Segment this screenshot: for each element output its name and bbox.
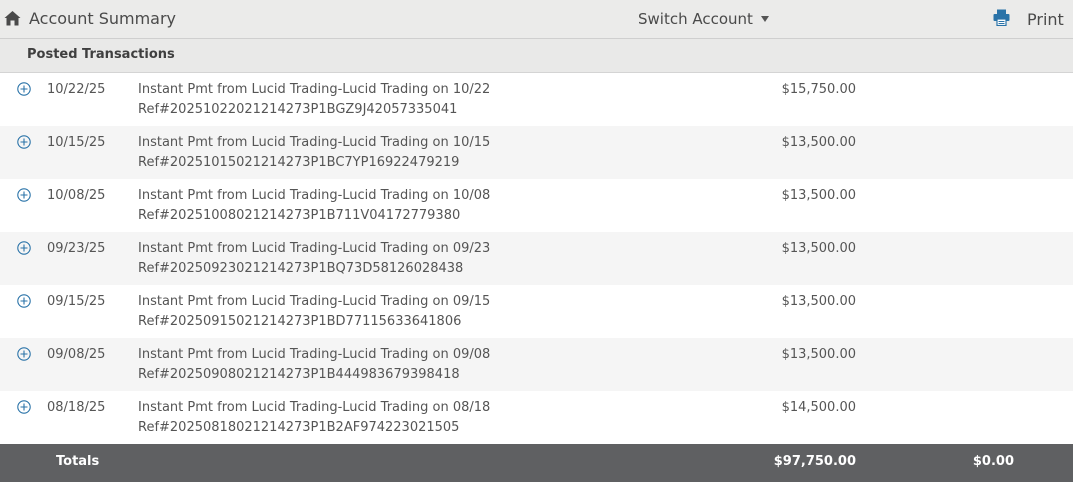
transaction-reference: Ref#20250908021214273P1B444983679398418 [138, 367, 460, 382]
totals-bar: Totals $97,750.00 $0.00 [0, 444, 1073, 482]
transaction-reference: Ref#20251008021214273P1B711V04172779380 [138, 208, 461, 223]
printer-icon [993, 9, 1010, 26]
transaction-amount: $15,750.00 [781, 82, 856, 97]
print-label: Print [1027, 10, 1064, 29]
transaction-description: Instant Pmt from Lucid Trading-Lucid Tra… [138, 82, 491, 97]
transaction-reference: Ref#20251022021214273P1BGZ9J42057335041 [138, 102, 458, 117]
transaction-date: 08/18/25 [47, 400, 106, 415]
transaction-date: 09/23/25 [47, 241, 106, 256]
plus-circle-icon[interactable] [17, 82, 31, 96]
transaction-amount: $13,500.00 [781, 188, 856, 203]
top-bar: Account Summary Switch Account Print [0, 0, 1073, 39]
table-row[interactable]: 10/22/25 Instant Pmt from Lucid Trading-… [0, 73, 1073, 126]
table-row[interactable]: 08/18/25 Instant Pmt from Lucid Trading-… [0, 391, 1073, 444]
posted-transactions-header: Posted Transactions [0, 39, 1073, 73]
transaction-reference: Ref#20251015021214273P1BC7YP16922479219 [138, 155, 460, 170]
plus-circle-icon[interactable] [17, 241, 31, 255]
plus-circle-icon[interactable] [17, 400, 31, 414]
transaction-description: Instant Pmt from Lucid Trading-Lucid Tra… [138, 400, 491, 415]
transaction-amount: $13,500.00 [781, 347, 856, 362]
page-title: Account Summary [29, 9, 177, 28]
transaction-amount: $13,500.00 [781, 135, 856, 150]
plus-circle-icon[interactable] [17, 188, 31, 202]
transaction-date: 10/15/25 [47, 135, 106, 150]
plus-circle-icon[interactable] [17, 347, 31, 361]
transaction-description: Instant Pmt from Lucid Trading-Lucid Tra… [138, 347, 491, 362]
table-row[interactable]: 10/15/25 Instant Pmt from Lucid Trading-… [0, 126, 1073, 179]
table-row[interactable]: 09/08/25 Instant Pmt from Lucid Trading-… [0, 338, 1073, 391]
transaction-date: 10/08/25 [47, 188, 106, 203]
transaction-list: 10/22/25 Instant Pmt from Lucid Trading-… [0, 73, 1073, 444]
table-row[interactable]: 09/15/25 Instant Pmt from Lucid Trading-… [0, 285, 1073, 338]
caret-down-icon [760, 16, 769, 22]
table-row[interactable]: 09/23/25 Instant Pmt from Lucid Trading-… [0, 232, 1073, 285]
totals-credits: $97,750.00 [773, 454, 856, 469]
transaction-amount: $13,500.00 [781, 241, 856, 256]
switch-account-label: Switch Account [638, 10, 753, 28]
transaction-description: Instant Pmt from Lucid Trading-Lucid Tra… [138, 294, 491, 309]
transaction-description: Instant Pmt from Lucid Trading-Lucid Tra… [138, 135, 491, 150]
section-title: Posted Transactions [27, 47, 175, 62]
transaction-description: Instant Pmt from Lucid Trading-Lucid Tra… [138, 188, 491, 203]
plus-circle-icon[interactable] [17, 135, 31, 149]
switch-account-dropdown[interactable]: Switch Account [638, 10, 769, 28]
home-icon[interactable] [4, 10, 21, 26]
transaction-amount: $13,500.00 [781, 294, 856, 309]
transaction-amount: $14,500.00 [781, 400, 856, 415]
transaction-date: 09/15/25 [47, 294, 106, 309]
transaction-reference: Ref#20250915021214273P1BD77115633641806 [138, 314, 462, 329]
transaction-reference: Ref#20250818021214273P1B2AF974223021505 [138, 420, 460, 435]
totals-label: Totals [56, 454, 100, 469]
transaction-date: 09/08/25 [47, 347, 106, 362]
table-row[interactable]: 10/08/25 Instant Pmt from Lucid Trading-… [0, 179, 1073, 232]
totals-debits: $0.00 [972, 454, 1014, 469]
plus-circle-icon[interactable] [17, 294, 31, 308]
transaction-reference: Ref#20250923021214273P1BQ73D58126028438 [138, 261, 464, 276]
transaction-description: Instant Pmt from Lucid Trading-Lucid Tra… [138, 241, 491, 256]
transaction-date: 10/22/25 [47, 82, 106, 97]
